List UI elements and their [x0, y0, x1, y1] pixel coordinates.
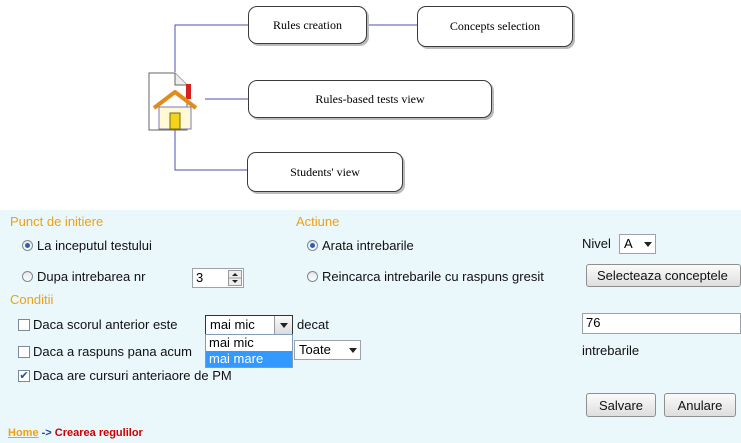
reload-label: Reincarca intrebarile cu raspuns gresit	[322, 269, 544, 284]
cond1-value-input[interactable]: 76	[582, 313, 741, 334]
breadcrumb: Home -> Crearea regulilor	[8, 427, 143, 439]
rules-creation-node[interactable]: Rules creation	[248, 6, 367, 44]
cond2-checkbox[interactable]	[18, 346, 30, 358]
cond1-label: Daca scorul anterior este	[33, 317, 178, 332]
after-label: Dupa intrebarea nr	[37, 269, 146, 284]
show-radio[interactable]	[307, 240, 318, 251]
start-radio[interactable]	[22, 240, 33, 251]
cond1-checkbox[interactable]	[18, 319, 30, 331]
cond1-after-label: decat	[297, 317, 329, 332]
dropdown-button[interactable]	[274, 316, 292, 334]
actiune-title: Actiune	[296, 214, 340, 229]
breadcrumb-current: Crearea regulilor	[54, 427, 143, 439]
cancel-button[interactable]: Anulare	[664, 393, 736, 417]
cond3-label: Daca are cursuri anteriaore de PM	[33, 368, 232, 383]
rule-form: Punct de initiere Actiune La inceputul t…	[0, 210, 741, 443]
cond3-checkbox[interactable]: ✔	[18, 370, 30, 382]
show-label: Arata intrebarile	[322, 238, 414, 253]
chevron-down-icon	[280, 323, 288, 328]
after-radio[interactable]	[22, 271, 33, 282]
cond2-select-value: Toate	[299, 342, 331, 357]
nivel-select[interactable]: A	[619, 234, 656, 254]
breadcrumb-separator: ->	[41, 427, 52, 439]
after-question-input[interactable]: 3	[192, 268, 244, 288]
start-label: La inceputul testului	[37, 238, 152, 253]
chevron-down-icon	[349, 348, 357, 353]
students-view-node[interactable]: Students' view	[247, 152, 403, 192]
reload-radio[interactable]	[307, 271, 318, 282]
after-question-value: 3	[196, 270, 204, 285]
cond2-label: Daca a raspuns pana acum	[33, 344, 192, 359]
cond1-value: 76	[586, 315, 601, 330]
cond1-select[interactable]: mai mic	[205, 315, 293, 335]
breadcrumb-home-link[interactable]: Home	[8, 427, 39, 439]
punct-title: Punct de initiere	[10, 214, 104, 229]
select-concepts-button[interactable]: Selecteaza conceptele	[586, 264, 741, 287]
conditii-title: Conditii	[10, 292, 54, 307]
cond2-select[interactable]: Toate	[294, 340, 361, 360]
save-button[interactable]: Salvare	[586, 393, 656, 417]
spinner-icon[interactable]	[228, 270, 242, 286]
dropdown-option[interactable]: mai mic	[206, 335, 292, 351]
dropdown-option[interactable]: mai mare	[206, 351, 292, 367]
cond1-select-value: mai mic	[210, 317, 255, 332]
cond2-after-label: intrebarile	[582, 343, 640, 358]
cond1-dropdown-list: mai mic mai mare	[205, 334, 293, 368]
concepts-selection-node[interactable]: Concepts selection	[417, 6, 573, 47]
home-document-icon[interactable]	[145, 72, 205, 132]
nivel-label: Nivel	[582, 236, 611, 251]
rules-tests-view-node[interactable]: Rules-based tests view	[248, 80, 492, 118]
nivel-value: A	[624, 236, 633, 251]
chevron-down-icon	[644, 242, 652, 247]
